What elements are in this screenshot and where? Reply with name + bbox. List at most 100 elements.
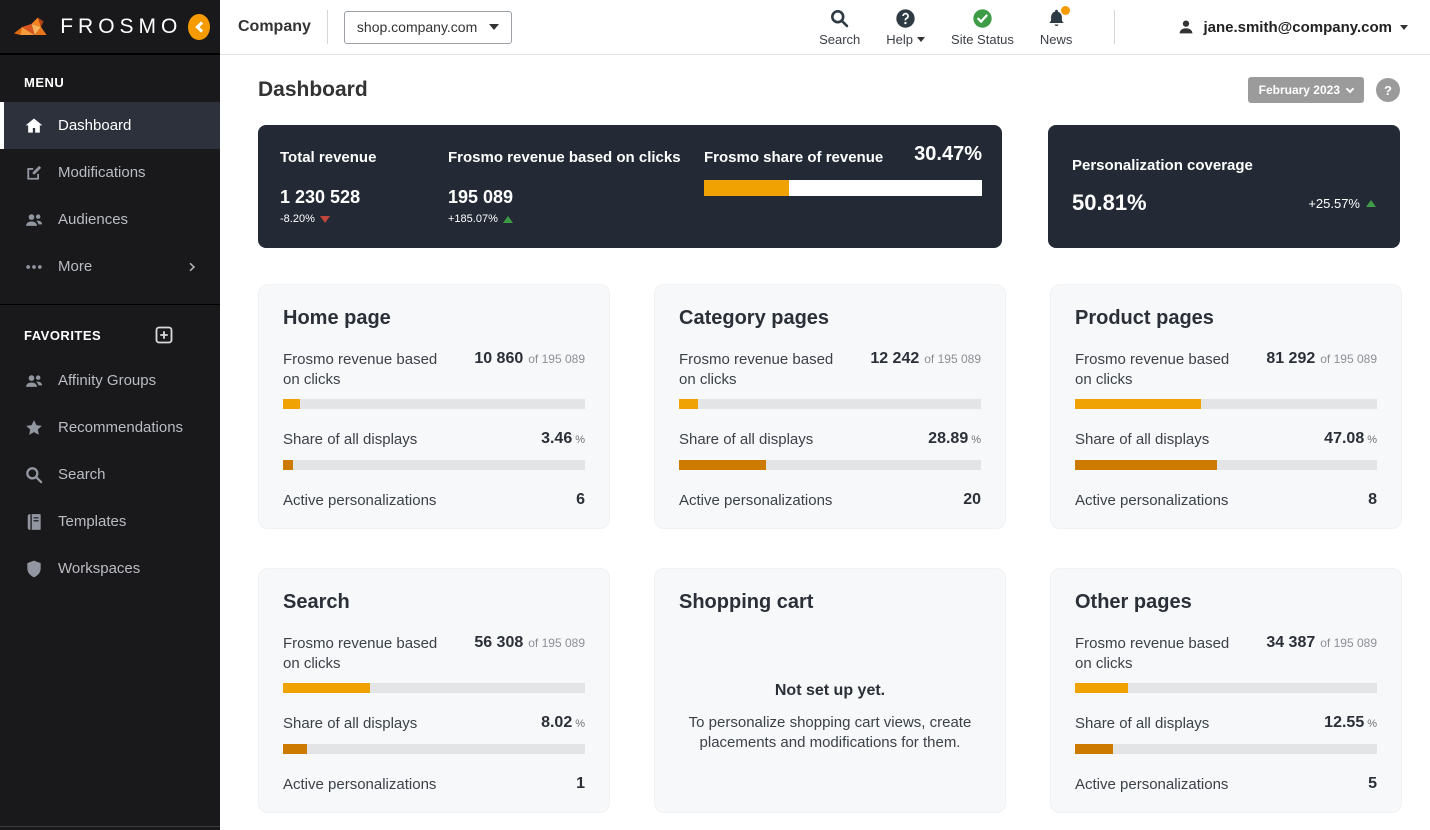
kpi-value: 195 089 (448, 187, 514, 207)
of-word: of (528, 636, 539, 650)
revenue-bar-fill (283, 683, 371, 693)
summary-row: Total revenue 1 230 528 -8.20% Frosmo re… (258, 125, 1400, 248)
users-icon (26, 213, 43, 226)
card-home-page: Home page Frosmo revenue based on clicks… (258, 284, 610, 529)
metric-total: 195 089 (1333, 352, 1377, 366)
topbar-action-news[interactable]: News (1039, 5, 1073, 47)
action-label: News (1039, 31, 1073, 47)
menu-header-label: MENU (24, 75, 65, 90)
metric-label: Active personalizations (283, 775, 437, 793)
sidebar-item-label: More (58, 258, 93, 275)
metric-label: Active personalizations (1075, 775, 1229, 793)
users-icon (26, 374, 43, 387)
sidebar-item-affinity-groups[interactable]: Affinity Groups (0, 357, 220, 404)
revenue-bar-fill (679, 399, 698, 409)
percent-unit: % (1367, 434, 1377, 446)
metric-label: Share of all displays (283, 431, 418, 448)
site-selector[interactable]: shop.company.com (343, 10, 512, 44)
metric-value: 34 387 (1266, 634, 1316, 651)
kpi-label: Frosmo share of revenue (704, 149, 884, 166)
revenue-bar (283, 399, 585, 409)
search-icon (26, 466, 43, 483)
revenue-bar (679, 399, 981, 409)
sidebar-item-workspaces[interactable]: Workspaces (0, 545, 220, 592)
metric-label: Frosmo revenue based on clicks (283, 635, 438, 672)
sidebar-item-label: Affinity Groups (58, 372, 157, 389)
empty-state-text: To personalize shopping cart views, crea… (688, 714, 972, 752)
card-search: Search Frosmo revenue based on clicks 56… (258, 568, 610, 813)
share-bar-fill (283, 743, 308, 754)
metric-value: 10 860 (474, 350, 524, 367)
metric-value: 28.89 (928, 430, 969, 447)
action-label: Search (819, 31, 861, 47)
card-title: Shopping cart (679, 591, 814, 613)
sidebar-item-label: Dashboard (58, 117, 132, 134)
sidebar: FROSMO MENU Dashboard Modifications Audi… (0, 0, 220, 830)
shield-icon (27, 560, 41, 577)
user-menu[interactable]: jane.smith@company.com (1177, 18, 1408, 36)
sidebar-item-modifications[interactable]: Modifications (0, 149, 220, 196)
sidebar-item-search[interactable]: Search (0, 451, 220, 498)
add-favorite-button[interactable] (154, 325, 174, 345)
sidebar-item-dashboard[interactable]: Dashboard (0, 102, 220, 149)
metric-value: 6 (576, 491, 585, 509)
sidebar-item-recommendations[interactable]: Recommendations (0, 404, 220, 451)
metric-value: 47.08 (1324, 430, 1365, 447)
of-word: of (1320, 352, 1331, 366)
company-label: Company (238, 18, 311, 35)
metric-label: Active personalizations (283, 491, 437, 509)
card-title: Product pages (1075, 307, 1214, 329)
topbar-action-site-status[interactable]: Site Status (951, 8, 1014, 47)
revenue-bar (1075, 399, 1377, 409)
card-category-pages: Category pages Frosmo revenue based on c… (654, 284, 1006, 529)
metric-value: 12.55 (1324, 714, 1365, 731)
caret-down-icon (488, 24, 499, 30)
sidebar-item-label: Recommendations (58, 419, 184, 436)
notification-dot (1061, 5, 1071, 15)
chevron-right-icon (189, 262, 196, 271)
card-other-pages: Other pages Frosmo revenue based on clic… (1050, 568, 1402, 813)
period-selector-button[interactable]: February 2023 (1247, 77, 1364, 103)
frosmo-logo: FROSMO (0, 0, 220, 55)
sidebar-item-more[interactable]: More (0, 243, 220, 290)
sidebar-item-audiences[interactable]: Audiences (0, 196, 220, 243)
topbar-action-help[interactable]: Help (886, 8, 926, 47)
revenue-bar-fill (1075, 683, 1129, 693)
metric-value: 5 (1368, 775, 1377, 793)
share-bar (1075, 743, 1377, 754)
favorites-section-header: FAVORITES (0, 305, 220, 357)
metric-label: Frosmo revenue based on clicks (679, 351, 834, 388)
help-circle-icon (896, 8, 915, 28)
of-word: of (1320, 636, 1331, 650)
metric-value: 81 292 (1266, 350, 1316, 367)
metric-total: 195 089 (541, 352, 585, 366)
card-product-pages: Product pages Frosmo revenue based on cl… (1050, 284, 1402, 529)
percent-unit: % (971, 434, 981, 446)
topbar-action-search[interactable]: Search (819, 8, 860, 47)
topbar-actions: Search Help Site Status News jane.smith@… (819, 5, 1408, 47)
period-label: February 2023 (1258, 83, 1340, 97)
trend-up-icon (1366, 199, 1376, 207)
kpi-delta: +25.57% (1308, 195, 1360, 211)
sidebar-item-templates[interactable]: Templates (0, 498, 220, 545)
kpi-label: Total revenue (280, 149, 377, 166)
ellipsis-icon (26, 264, 42, 269)
page-help-button[interactable]: ? (1376, 78, 1400, 102)
card-shopping-cart: Shopping cart Not set up yet. To persona… (654, 568, 1006, 813)
action-label: Site Status (951, 31, 1014, 47)
collapse-sidebar-button[interactable] (188, 13, 210, 40)
edit-icon (27, 165, 42, 180)
kpi-label: Personalization coverage (1072, 157, 1253, 174)
card-title: Search (283, 591, 350, 613)
revenue-bar-fill (283, 399, 300, 409)
share-of-revenue-bar-fill (704, 180, 789, 196)
sidebar-item-label: Workspaces (58, 560, 141, 577)
card-title: Other pages (1075, 591, 1192, 613)
book-icon (27, 513, 41, 530)
share-bar (283, 743, 585, 754)
revenue-bar-fill (1075, 399, 1201, 409)
brand-name: FROSMO (60, 14, 183, 38)
action-label: Help (886, 31, 914, 47)
chevron-left-icon (195, 20, 207, 33)
chevron-down-icon (1345, 84, 1355, 93)
